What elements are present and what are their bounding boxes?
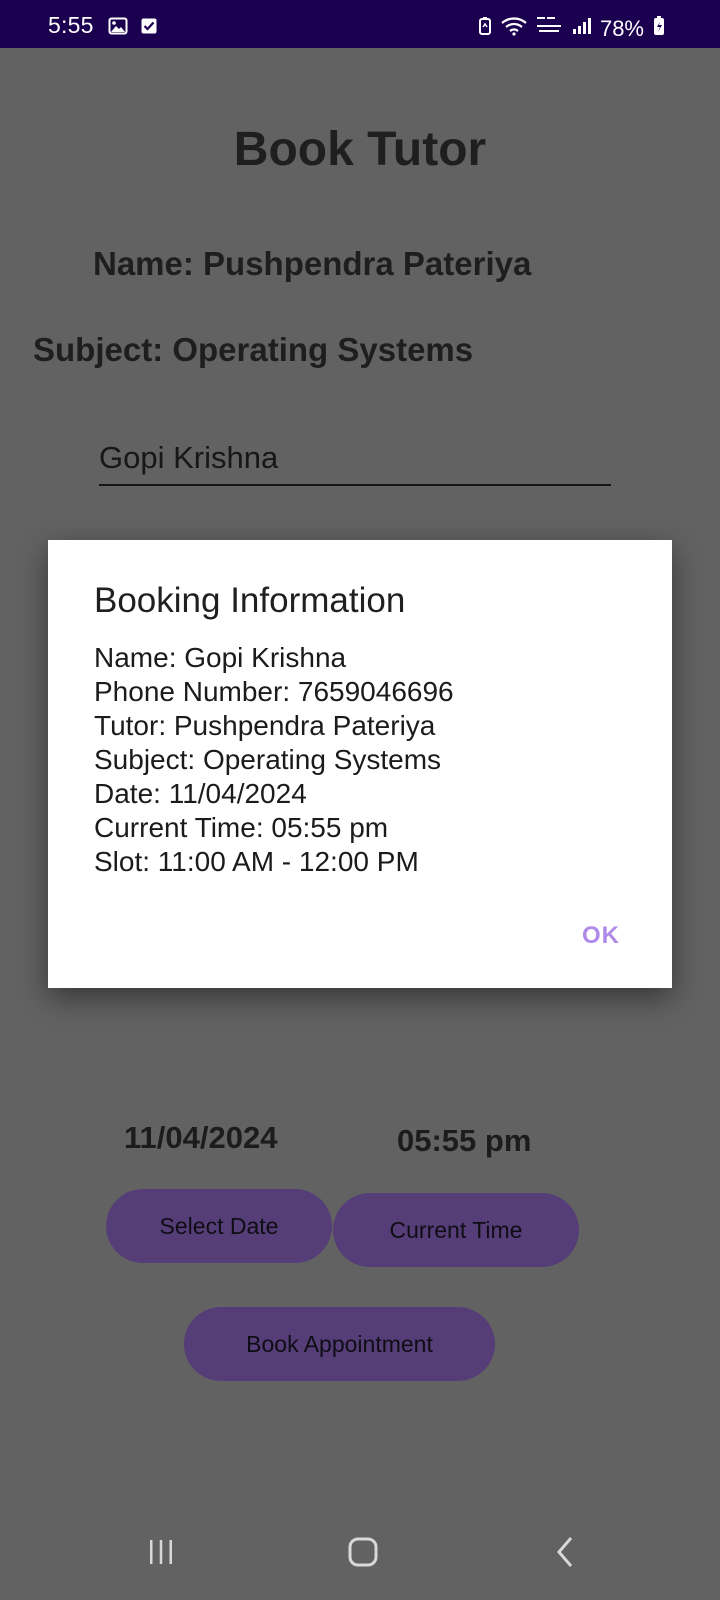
- dialog-line: Name: Gopi Krishna: [94, 642, 347, 673]
- dialog-line: Slot: 11:00 AM - 12:00 PM: [94, 846, 419, 877]
- ok-button[interactable]: OK: [582, 922, 620, 950]
- status-bar: 5:55 78%: [0, 0, 720, 48]
- dialog-title: Booking Information: [94, 581, 406, 620]
- status-time: 5:55: [48, 12, 94, 38]
- volte-lte-icon: [536, 15, 564, 42]
- status-notification-icons: [108, 17, 158, 40]
- battery-charging-icon: [652, 15, 666, 42]
- battery-percent: 78%: [599, 15, 644, 41]
- booking-information-dialog: Booking Information Name: Gopi Krishna P…: [48, 540, 672, 988]
- dialog-line: Tutor: Pushpendra Pateriya: [94, 710, 436, 741]
- dialog-line: Current Time: 05:55 pm: [94, 812, 389, 843]
- signal-strength-icon: [572, 17, 592, 40]
- dialog-body: Name: Gopi Krishna Phone Number: 7659046…: [94, 641, 454, 879]
- wifi-icon: [500, 16, 528, 41]
- checkbox-notification-icon: [140, 17, 158, 40]
- battery-saver-icon: [478, 16, 492, 41]
- dialog-line: Date: 11/04/2024: [94, 778, 307, 809]
- dialog-line: Phone Number: 7659046696: [94, 676, 454, 707]
- status-right-icons: 78%: [478, 15, 666, 42]
- gallery-notification-icon: [108, 17, 128, 40]
- dialog-line: Subject: Operating Systems: [94, 744, 442, 775]
